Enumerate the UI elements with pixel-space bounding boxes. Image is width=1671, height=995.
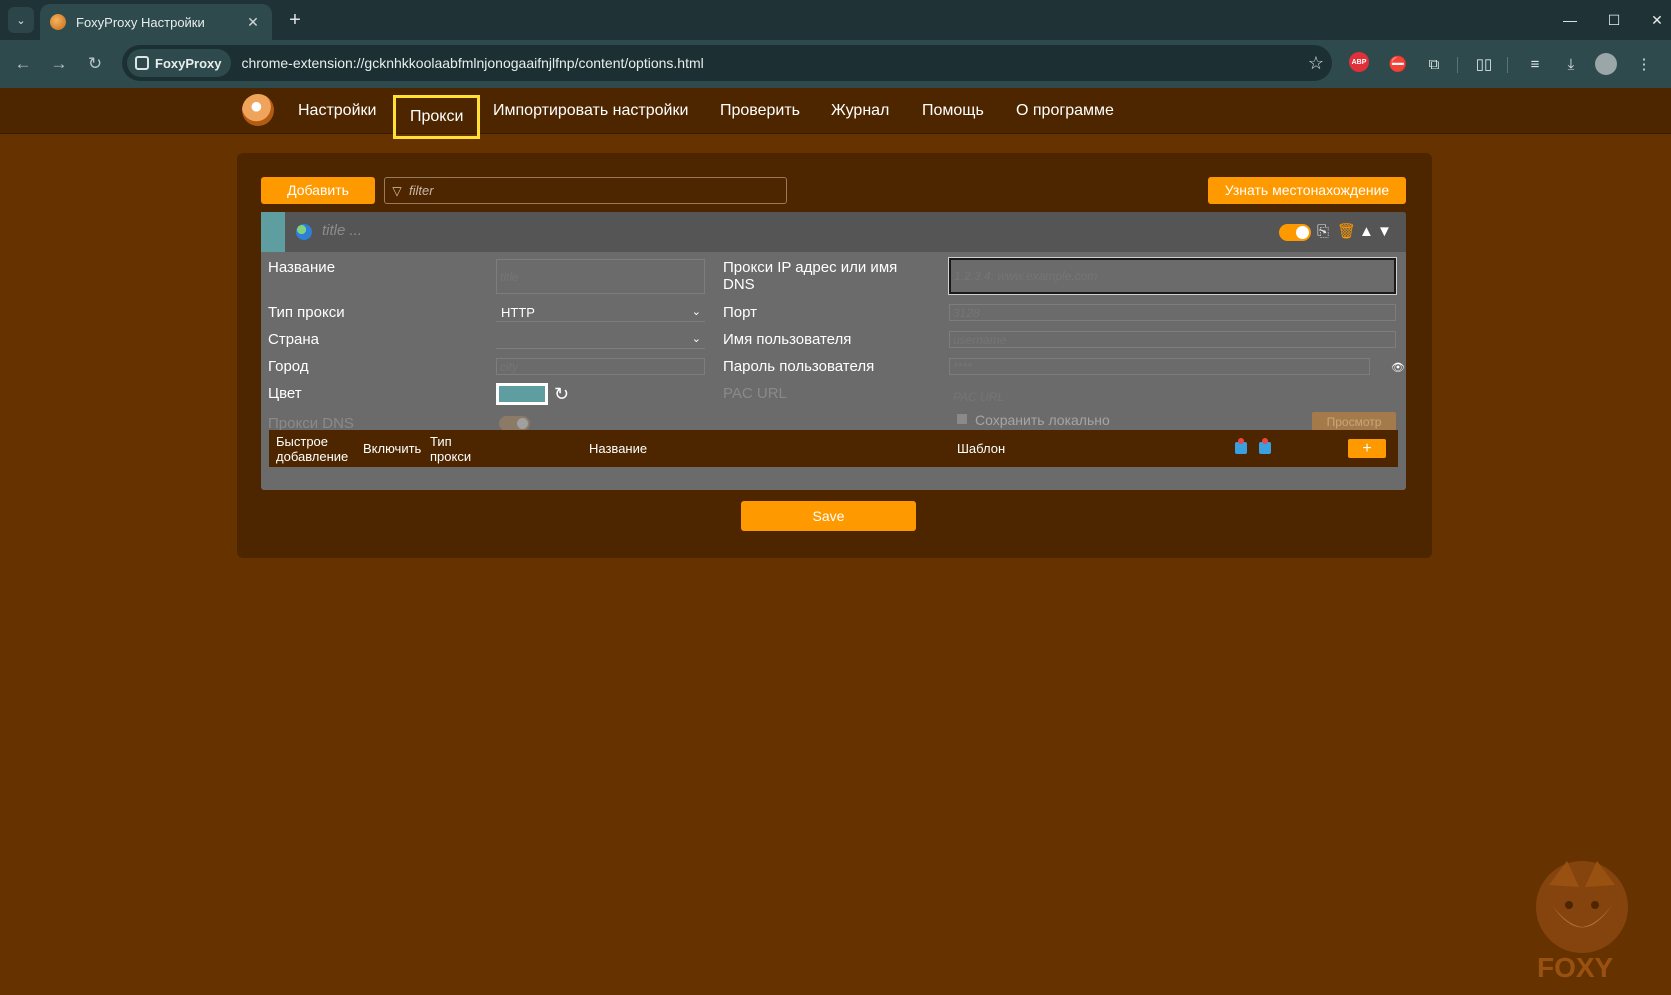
password-label: Пароль пользователя <box>723 358 875 375</box>
show-password-eye-icon[interactable]: 👁 <box>1391 361 1405 374</box>
delete-trash-icon[interactable]: 🗑 <box>1337 222 1356 242</box>
media-controls-icon[interactable]: ≡ <box>1523 52 1547 76</box>
avatar <box>1595 53 1617 75</box>
options-navbar: Настройки Прокси Импортировать настройки… <box>0 88 1671 139</box>
download-icon[interactable]: ⤓ <box>1559 52 1583 76</box>
title-column: Название <box>589 441 648 456</box>
port-label: Порт <box>723 304 758 321</box>
foxyproxy-watermark-logo: FOXY <box>1536 861 1628 983</box>
filter-input[interactable]: ▽ filter <box>384 177 787 204</box>
refresh-color-icon[interactable]: ↻ <box>554 384 569 405</box>
proxy-type-select[interactable]: HTTP ⌄ <box>496 304 705 322</box>
pac-url-label: PAC URL <box>723 385 787 402</box>
title-label: Название <box>268 259 336 276</box>
profile-avatar-button[interactable] <box>1594 52 1618 76</box>
add-proxy-button[interactable]: Добавить <box>261 177 375 204</box>
new-tab-button[interactable]: + <box>283 8 307 32</box>
store-locally-checkbox[interactable] <box>957 414 967 424</box>
proxy-enabled-toggle[interactable] <box>1279 224 1311 241</box>
extension-puzzle-icon <box>135 56 149 70</box>
close-window-icon[interactable]: ✕ <box>1643 7 1671 33</box>
forward-icon[interactable]: → <box>46 51 72 77</box>
pac-url-input[interactable] <box>949 388 1396 405</box>
quick-add-bar: Быстрое добавление Включить Тип прокси Н… <box>269 430 1398 467</box>
tab-search-button[interactable]: ⌄ <box>8 7 34 33</box>
browser-tab-strip: ⌄ FoxyProxy Настройки ✕ + — ☐ ✕ <box>0 0 1671 40</box>
country-select[interactable]: ⌄ <box>496 331 705 349</box>
proxy-type-value: HTTP <box>501 305 535 320</box>
foxyproxy-favicon-icon <box>50 14 66 30</box>
site-info-chip[interactable]: FoxyProxy <box>127 49 232 77</box>
minimize-icon[interactable]: — <box>1556 7 1584 33</box>
store-locally-label: Сохранить локально <box>975 412 1110 428</box>
color-picker[interactable] <box>496 383 548 405</box>
chevron-down-icon: ⌄ <box>691 333 701 345</box>
globe-icon <box>296 224 312 240</box>
duplicate-icon[interactable]: ⎘ <box>1317 222 1329 242</box>
foxyproxy-logo-icon <box>242 94 274 126</box>
hostname-label: Прокси IP адрес или имя DNS <box>723 259 898 293</box>
city-label: Город <box>268 358 309 375</box>
nav-import[interactable]: Импортировать настройки <box>493 88 688 134</box>
nav-test[interactable]: Проверить <box>720 88 800 134</box>
type-column: Тип прокси <box>430 434 472 464</box>
proxy-color-strip <box>261 212 285 252</box>
proxy-dns-toggle[interactable] <box>499 416 530 431</box>
proxy-card: title ... ⎘ 🗑 ▲ ▼ Название Тип прокси HT… <box>261 212 1406 490</box>
hostname-input[interactable] <box>949 258 1396 294</box>
nav-proxies[interactable]: Прокси <box>393 95 481 139</box>
move-up-icon[interactable]: ▲ <box>1359 222 1374 242</box>
title-input[interactable] <box>496 259 705 294</box>
import-patterns-icon[interactable] <box>1235 438 1247 454</box>
password-input[interactable] <box>949 358 1370 375</box>
watermark-text: FOXY <box>1537 952 1614 983</box>
save-button[interactable]: Save <box>741 501 916 531</box>
nav-about[interactable]: О программе <box>1016 88 1114 134</box>
color-label: Цвет <box>268 385 302 402</box>
port-input[interactable] <box>949 304 1396 321</box>
nav-settings[interactable]: Настройки <box>298 88 376 134</box>
color-swatch-fill <box>499 386 545 402</box>
reading-mode-icon[interactable]: ▯▯ <box>1472 52 1496 76</box>
city-input[interactable] <box>496 358 705 375</box>
site-chip-label: FoxyProxy <box>155 55 222 71</box>
filter-placeholder: filter <box>409 183 434 198</box>
nav-help[interactable]: Помощь <box>922 88 984 134</box>
include-column: Включить <box>363 441 422 456</box>
toolbar-divider <box>1457 57 1458 73</box>
browser-toolbar: ← → ↻ FoxyProxy chrome-extension://gcknh… <box>0 40 1671 88</box>
browser-menu-icon[interactable]: ⋮ <box>1632 52 1656 76</box>
move-down-icon[interactable]: ▼ <box>1377 222 1392 242</box>
filter-funnel-icon: ▽ <box>392 183 402 198</box>
quick-add-column: Быстрое добавление <box>276 434 349 464</box>
browser-tab[interactable]: FoxyProxy Настройки ✕ <box>40 4 272 40</box>
reload-icon[interactable]: ↻ <box>82 51 108 77</box>
view-button[interactable]: Просмотр <box>1312 412 1396 432</box>
add-pattern-button[interactable]: + <box>1348 439 1386 458</box>
nav-log[interactable]: Журнал <box>831 88 889 134</box>
proxy-card-header[interactable]: title ... ⎘ 🗑 ▲ ▼ <box>261 212 1406 252</box>
chevron-down-icon: ⌄ <box>691 306 701 318</box>
maximize-icon[interactable]: ☐ <box>1600 7 1628 33</box>
country-label: Страна <box>268 331 320 348</box>
tab-title: FoxyProxy Настройки <box>76 14 205 30</box>
address-bar[interactable]: FoxyProxy chrome-extension://gcknhkkoola… <box>122 45 1332 81</box>
bookmark-star-icon[interactable]: ☆ <box>1300 53 1332 74</box>
url-text[interactable]: chrome-extension://gcknhkkoolaabfmlnjono… <box>241 55 1300 71</box>
export-patterns-icon[interactable] <box>1259 438 1271 454</box>
pattern-column: Шаблон <box>957 441 1006 456</box>
back-icon[interactable]: ← <box>10 51 36 77</box>
username-input[interactable] <box>949 331 1396 348</box>
tab-close-icon[interactable]: ✕ <box>244 14 262 31</box>
toolbar-divider <box>1507 57 1508 73</box>
extensions-puzzle-icon[interactable]: ⧉ <box>1422 52 1446 76</box>
extension-stop-icon[interactable]: ⛔ <box>1386 52 1410 76</box>
proxy-header-title: title ... <box>322 222 363 239</box>
username-label: Имя пользователя <box>723 331 852 348</box>
adblock-plus-icon[interactable]: ABP <box>1349 52 1369 72</box>
get-location-button[interactable]: Узнать местонахождение <box>1208 177 1406 204</box>
proxy-type-label: Тип прокси <box>268 304 345 321</box>
